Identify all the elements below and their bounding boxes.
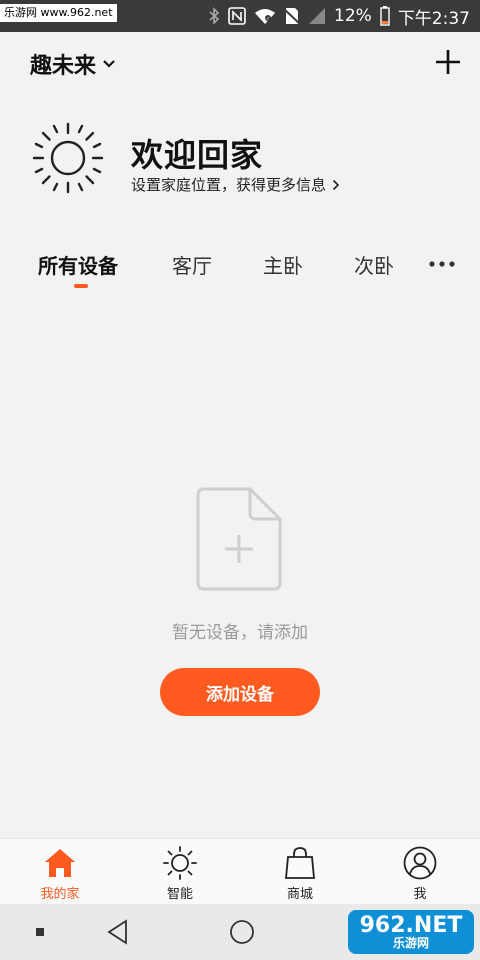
- empty-message: 暂无设备，请添加: [172, 623, 308, 643]
- battery-icon: [380, 6, 390, 26]
- add-device-button[interactable]: 添加设备: [160, 668, 320, 716]
- status-icons: ✓ 12% 下午2:37: [208, 0, 470, 32]
- empty-document-icon: [196, 487, 282, 591]
- sun-icon: [32, 122, 104, 194]
- svg-text:✓: ✓: [266, 16, 270, 22]
- welcome-section: 欢迎回家 设置家庭位置，获得更多信息: [0, 118, 480, 208]
- clock: 下午2:37: [397, 8, 470, 29]
- watermark-logo-small: 乐游网: [392, 936, 429, 951]
- plus-icon[interactable]: [432, 46, 464, 78]
- nav-me[interactable]: 我: [360, 845, 480, 903]
- nav-smart[interactable]: 智能: [120, 845, 240, 903]
- home-button-icon[interactable]: [228, 918, 256, 946]
- nav-label: 商城: [286, 887, 313, 902]
- bottom-nav: 我的家 智能 商城 我: [0, 838, 480, 904]
- user-icon: [403, 846, 437, 880]
- status-bar: 乐游网 www.962.net ✓ 12% 下午2:37: [0, 0, 480, 32]
- nav-label: 我: [413, 887, 427, 902]
- nfc-icon: [228, 7, 246, 25]
- more-icon[interactable]: [428, 260, 456, 268]
- watermark-text: 乐游网 www.962.net: [0, 4, 117, 22]
- set-location-link[interactable]: 设置家庭位置，获得更多信息: [131, 174, 340, 195]
- nav-label: 我的家: [40, 887, 80, 902]
- home-name: 趣未来: [30, 54, 97, 79]
- tab-indicator: [74, 284, 88, 288]
- bag-icon: [285, 847, 315, 879]
- top-bar: 趣未来: [0, 32, 480, 92]
- back-icon[interactable]: [104, 918, 132, 946]
- bluetooth-icon: [208, 7, 220, 25]
- watermark-logo: 962.NET 乐游网: [348, 910, 474, 954]
- no-sim-icon: [284, 7, 301, 25]
- system-nav-bar: 962.NET 乐游网: [0, 904, 480, 960]
- nav-label: 智能: [166, 887, 193, 902]
- chevron-down-icon: [103, 60, 115, 68]
- menu-dot-icon[interactable]: [26, 918, 54, 946]
- tab-all-devices[interactable]: 所有设备: [38, 250, 118, 279]
- nav-mall[interactable]: 商城: [240, 845, 360, 903]
- sun-icon: [163, 846, 197, 880]
- home-icon: [45, 849, 75, 877]
- welcome-title: 欢迎回家: [131, 136, 264, 174]
- watermark-logo-big: 962.NET: [359, 913, 463, 939]
- wifi-icon: ✓: [254, 7, 276, 25]
- room-tabs: 所有设备 客厅 主卧 次卧: [0, 246, 480, 292]
- welcome-subtitle: 设置家庭位置，获得更多信息: [131, 176, 327, 194]
- battery-percent: 12%: [334, 6, 372, 26]
- tab-master-bedroom[interactable]: 主卧: [263, 250, 303, 279]
- chevron-right-icon: [332, 179, 340, 190]
- home-selector[interactable]: 趣未来: [30, 48, 116, 80]
- signal-icon: [308, 7, 326, 25]
- tab-living-room[interactable]: 客厅: [172, 250, 212, 279]
- tab-second-bedroom[interactable]: 次卧: [354, 250, 394, 279]
- nav-my-home[interactable]: 我的家: [0, 845, 120, 903]
